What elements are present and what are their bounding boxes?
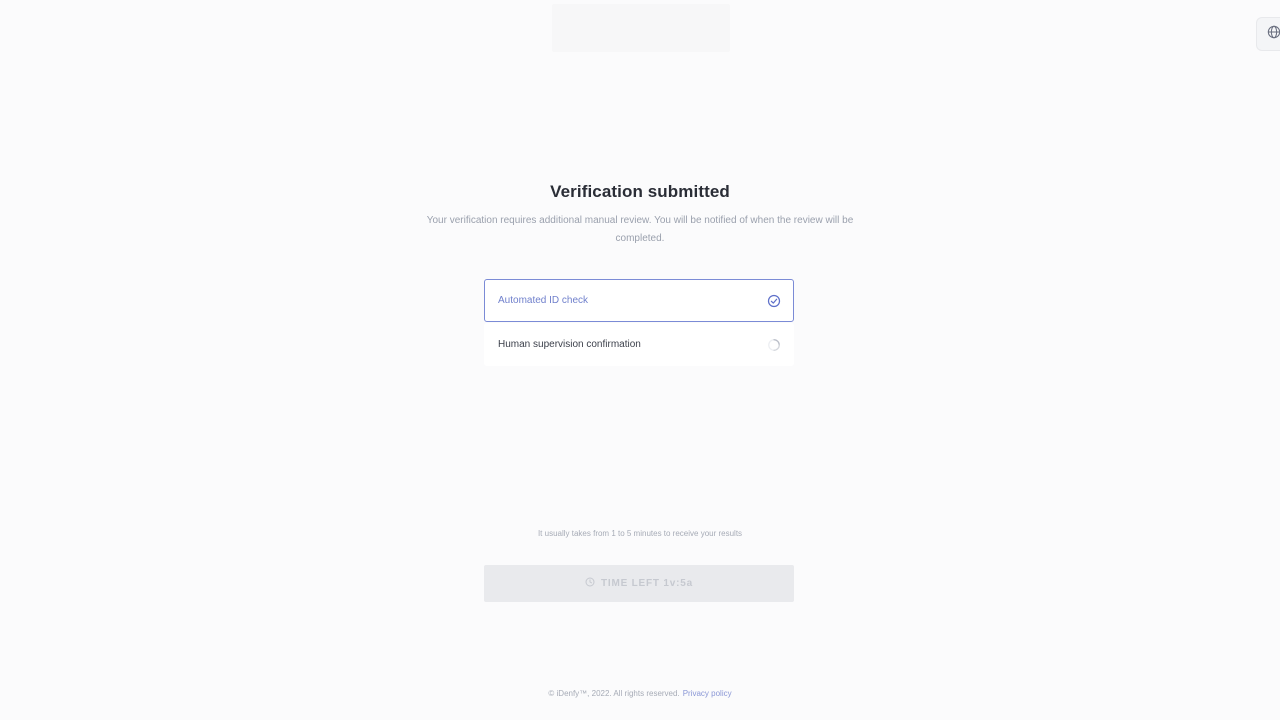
step-human-supervision: Human supervision confirmation: [484, 323, 794, 366]
clock-icon: [585, 577, 595, 590]
logo: [552, 4, 730, 52]
globe-icon: [1267, 25, 1280, 44]
page-title: Verification submitted: [550, 182, 730, 201]
footer: © iDenfy™, 2022. All rights reserved. Pri…: [0, 689, 1280, 698]
info-text: It usually takes from 1 to 5 minutes to …: [537, 529, 743, 538]
verification-page: Verification submitted Your verification…: [0, 0, 1280, 720]
privacy-policy-link[interactable]: Privacy policy: [683, 689, 732, 698]
time-left-label: TIME LEFT 1v:5а: [600, 578, 693, 589]
spinner-icon: [767, 338, 781, 352]
step-label: Automated ID check: [498, 295, 589, 306]
copyright-text: © iDenfy™, 2022. All rights reserved.: [548, 689, 680, 698]
language-button[interactable]: [1256, 17, 1280, 51]
page-subtitle: Your verification requires additional ma…: [426, 215, 854, 244]
time-left-button[interactable]: TIME LEFT 1v:5а: [484, 565, 794, 602]
step-automated-id-check: Automated ID check: [484, 279, 794, 322]
step-label: Human supervision confirmation: [498, 339, 641, 350]
check-circle-icon: [767, 294, 781, 308]
